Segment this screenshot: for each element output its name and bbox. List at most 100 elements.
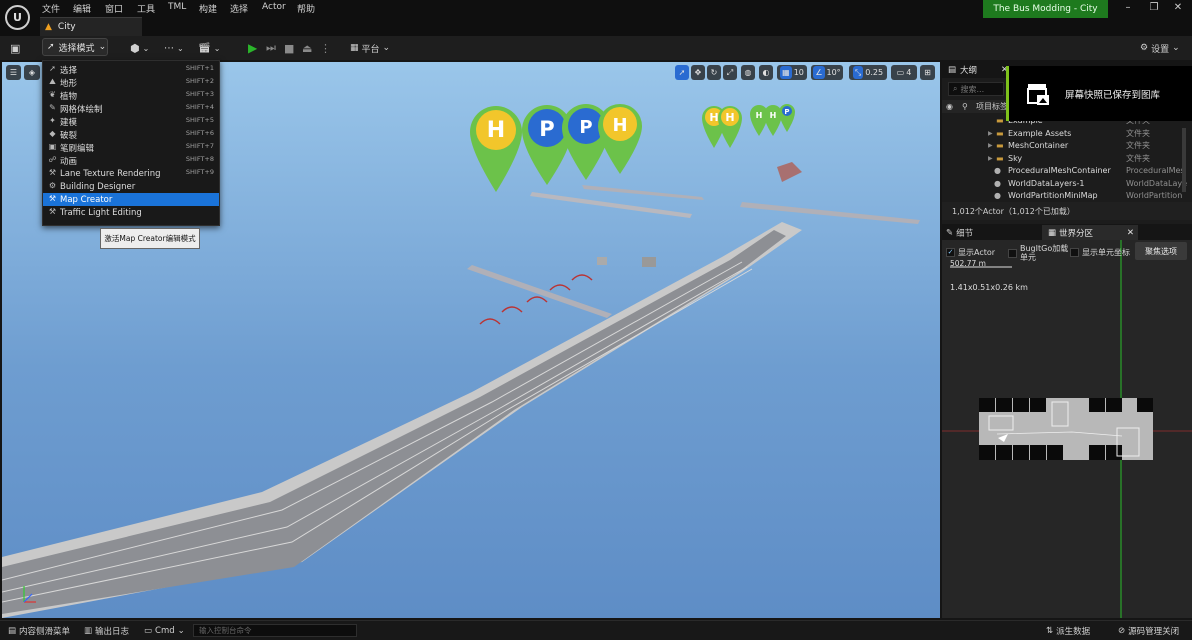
console-command-input[interactable]: 输入控制台命令 [193, 624, 357, 637]
menu-select[interactable]: 选择 [230, 2, 248, 15]
outliner-scrollbar[interactable] [1182, 128, 1186, 192]
translate-tool-icon[interactable]: ✥ [691, 65, 705, 80]
menu-window[interactable]: 窗口 [105, 2, 123, 15]
menu-file[interactable]: 文件 [42, 2, 60, 15]
settings-button[interactable]: ⚙ 设置 ⌄ [1140, 40, 1180, 56]
perspective-icon[interactable]: ◈ [24, 65, 40, 80]
advance-frame-icon[interactable]: ⏭︎ [266, 40, 276, 56]
select-tool-icon[interactable]: ➚ [675, 65, 689, 80]
expand-arrow-icon[interactable]: ▶ [988, 155, 993, 162]
mode-menu-item-modeling[interactable]: ✦ 建模 SHIFT+5 [43, 115, 219, 128]
outliner-search-input[interactable]: ⌕ 搜索... [948, 82, 1004, 96]
pin-icon[interactable]: ⚲ [962, 102, 968, 111]
row-type: ProceduralMes [1126, 165, 1185, 175]
cmd-label: Cmd [155, 626, 175, 636]
stop-icon[interactable]: ■ [284, 40, 294, 56]
mode-menu-item-lane-texture[interactable]: ⚒ Lane Texture Rendering SHIFT+9 [43, 167, 219, 180]
unreal-logo-icon[interactable]: U [5, 5, 30, 30]
source-control-button[interactable]: ⊘ 源码管理关闭 [1118, 624, 1179, 638]
eye-icon[interactable]: ◉ [946, 102, 953, 111]
menu-actor[interactable]: Actor [262, 2, 286, 12]
mode-menu-item-landscape[interactable]: ⛰︎ 地形 SHIFT+2 [43, 76, 219, 89]
mode-menu-item-label: Building Designer [60, 181, 136, 192]
mode-menu-item-label: 破裂 [60, 130, 78, 141]
mode-menu-item-building-designer[interactable]: ⚙ Building Designer [43, 180, 219, 193]
row-name: WorldDataLayers-1 [1008, 178, 1085, 188]
mode-menu-item-map-creator[interactable]: ⚒ Map Creator [43, 193, 219, 206]
outliner-row[interactable]: ● ProceduralMeshContainer ProceduralMes [942, 164, 1185, 176]
marker-far: H H P [750, 104, 795, 136]
actor-sphere-icon: ● [994, 178, 1001, 188]
cmd-dropdown[interactable]: ▭ Cmd ⌄ [144, 624, 185, 638]
outliner-row[interactable]: ▶ ▬ Example Assets 文件夹 [942, 127, 1182, 139]
play-options-icon[interactable]: ⋮ [320, 40, 331, 56]
show-actor-checkbox[interactable]: ✓ 显示Actor [946, 246, 995, 258]
cinematics-icon[interactable]: 🎬︎ ⌄ [198, 40, 220, 56]
camera-speed-button[interactable]: ▭ 4 [891, 65, 917, 80]
project-name-badge: The Bus Modding - City [983, 0, 1108, 18]
expand-arrow-icon[interactable]: ▶ [988, 130, 993, 137]
minimize-icon[interactable]: – [1118, 2, 1138, 18]
menu-edit[interactable]: 编辑 [73, 2, 91, 15]
mode-menu-item-fracture[interactable]: ◆ 破裂 SHIFT+6 [43, 128, 219, 141]
mode-menu-item-brush-edit[interactable]: ▣ 笔刷编辑 SHIFT+7 [43, 141, 219, 154]
item-label-column[interactable]: 项目标签 [976, 101, 1008, 112]
content-drawer-icon: ▤ [8, 626, 17, 636]
world-space-icon[interactable]: ◍ [741, 65, 755, 80]
grid-snap-toggle[interactable]: ▦ 10 [777, 65, 807, 80]
shortcut-label: SHIFT+4 [185, 103, 214, 111]
viewport-menu-icon[interactable]: ☰ [6, 65, 21, 80]
derived-data-button[interactable]: ⇅ 派生数据 [1046, 624, 1090, 638]
menu-tml[interactable]: TML [168, 2, 186, 12]
row-type: 文件夹 [1126, 128, 1150, 138]
source-control-label: 源码管理关闭 [1128, 627, 1180, 637]
bridge-arches [479, 274, 593, 325]
play-icon[interactable]: ▶ [248, 40, 257, 56]
focus-selection-button[interactable]: 聚焦选项 [1135, 242, 1187, 260]
mode-menu-item-animation[interactable]: ☍ 动画 SHIFT+8 [43, 154, 219, 167]
shortcut-label: SHIFT+6 [185, 129, 214, 137]
save-icon[interactable]: ▣ [10, 40, 20, 56]
close-icon[interactable]: ✕ [1168, 2, 1188, 18]
platform-button[interactable]: ▦ 平台 ⌄ [350, 40, 390, 56]
mode-menu-item-label: 建模 [60, 117, 78, 128]
output-log-button[interactable]: ▥ 输出日志 [84, 624, 129, 638]
mode-menu-item-traffic-light[interactable]: ⚒ Traffic Light Editing [43, 206, 219, 219]
rotate-tool-icon[interactable]: ↻ [707, 65, 721, 80]
surface-snap-icon[interactable]: ◐ [759, 65, 773, 80]
marker-h-right: H [598, 104, 642, 174]
outliner-row[interactable]: ▶ ▬ Sky 文件夹 [942, 152, 1182, 164]
menu-tools[interactable]: 工具 [137, 2, 155, 15]
scale-tool-icon[interactable]: ⤢ [723, 65, 737, 80]
level-tab[interactable]: ▲ City [40, 17, 142, 36]
mode-menu-item-mesh-paint[interactable]: ✎ 网格体绘制 SHIFT+4 [43, 102, 219, 115]
outliner-row[interactable]: ▶ ▬ MeshContainer 文件夹 [942, 139, 1182, 151]
row-name: ProceduralMeshContainer [1008, 165, 1111, 175]
close-icon[interactable]: ✕ [1127, 228, 1134, 238]
tab-details[interactable]: ✎ 细节 [946, 225, 1006, 240]
outliner-row[interactable]: ● WorldPartitionMiniMap WorldPartition [942, 189, 1182, 201]
world-partition-panel[interactable]: ✓ 显示Actor BugItGo加载单元 显示单元坐标 聚焦选项 502.77… [942, 240, 1192, 618]
outliner-row[interactable]: ● WorldDataLayers-1 WorldDataLaye [942, 177, 1187, 189]
bugitgo-checkbox[interactable]: BugItGo加载单元 [1008, 242, 1072, 264]
mode-menu-item-select[interactable]: ➚ 选择 SHIFT+1 [43, 63, 219, 76]
add-content-icon[interactable]: ⬢ ⌄ [130, 40, 149, 56]
tab-world-partition[interactable]: ▦ 世界分区 ✕ [1042, 225, 1138, 240]
marker-h-large: H [470, 106, 522, 192]
animation-icon: ☍ [48, 155, 57, 164]
mode-select-button[interactable]: ➚ 选择模式 ⌄ [42, 38, 108, 56]
output-log-label: 输出日志 [95, 627, 130, 637]
scale-snap-toggle[interactable]: ⤡ 0.25 [849, 65, 887, 80]
content-drawer-button[interactable]: ▤ 内容侧滑菜单 [8, 624, 70, 638]
maximize-icon[interactable]: ❐ [1144, 2, 1164, 18]
menu-build[interactable]: 构建 [199, 2, 217, 15]
blueprint-icon[interactable]: ⋯ ⌄ [164, 40, 184, 56]
expand-arrow-icon[interactable]: ▶ [988, 142, 993, 149]
show-cell-coords-checkbox[interactable]: 显示单元坐标 [1070, 246, 1130, 258]
menu-help[interactable]: 帮助 [297, 2, 315, 15]
rotation-snap-toggle[interactable]: ∠ 10° [811, 65, 843, 80]
actor-count-status: 1,012个Actor（1,012个已加载） [942, 202, 1192, 220]
mode-menu-item-foliage[interactable]: ❦ 植物 SHIFT+3 [43, 89, 219, 102]
eject-icon[interactable]: ⏏︎ [302, 40, 312, 56]
maximize-viewport-icon[interactable]: ⊞ [920, 65, 935, 80]
